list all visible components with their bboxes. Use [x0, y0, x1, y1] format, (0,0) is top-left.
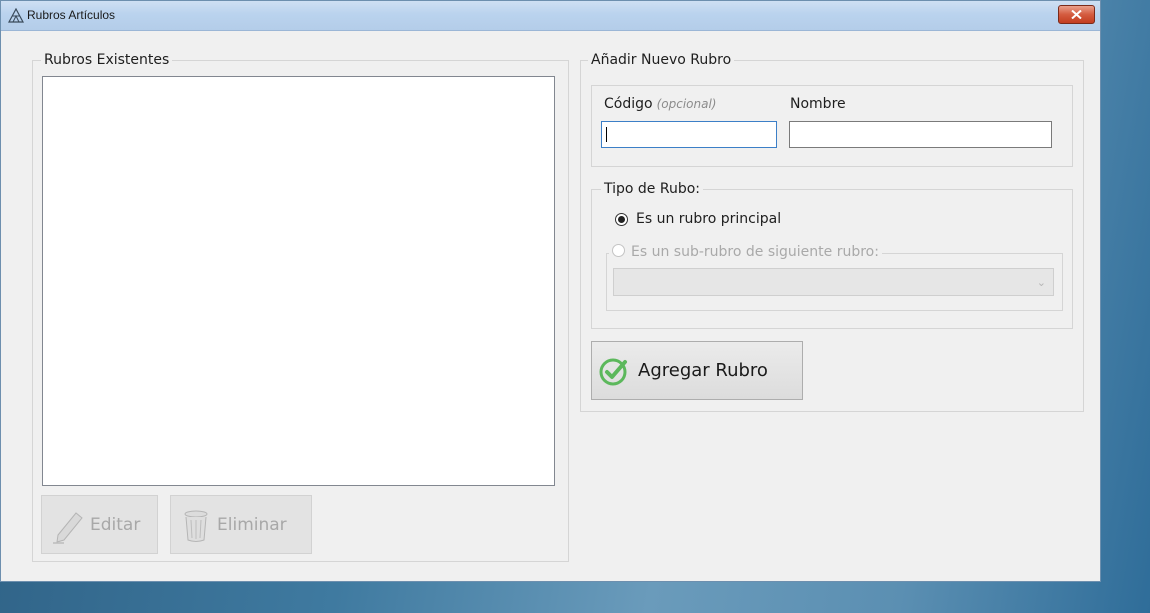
code-hint: (opcional): [656, 97, 717, 111]
code-label-text: Código: [604, 96, 653, 112]
text-caret: [606, 127, 607, 142]
window-title: Rubros Artículos: [27, 8, 116, 22]
type-group-legend: Tipo de Rubo:: [601, 181, 704, 197]
add-rubro-button-label: Agregar Rubro: [638, 360, 768, 381]
radio-main-label[interactable]: Es un rubro principal: [636, 211, 781, 227]
name-input[interactable]: [789, 121, 1052, 148]
rubros-list[interactable]: [42, 76, 555, 486]
rubros-window: Rubros Artículos Rubros Existentes Edita…: [0, 0, 1101, 582]
sub-rubro-legend-wrap: Es un sub-rubro de siguiente rubro:: [609, 244, 882, 260]
name-label: Nombre: [790, 96, 846, 112]
edit-button-label: Editar: [90, 514, 141, 535]
delete-button-label: Eliminar: [217, 514, 287, 535]
title-bar[interactable]: Rubros Artículos: [1, 1, 1100, 31]
delete-button[interactable]: Eliminar: [170, 495, 312, 554]
existing-group-legend: Rubros Existentes: [41, 52, 173, 68]
trash-icon: [184, 510, 208, 542]
close-button[interactable]: [1058, 5, 1095, 24]
radio-main[interactable]: [615, 213, 628, 226]
code-input[interactable]: [601, 121, 777, 148]
radio-sub[interactable]: [612, 244, 625, 257]
add-rubro-button[interactable]: Agregar Rubro: [591, 341, 803, 400]
close-icon: [1071, 10, 1082, 19]
chevron-down-icon: ⌄: [1036, 276, 1046, 289]
radio-sub-label[interactable]: Es un sub-rubro de siguiente rubro:: [631, 244, 879, 260]
check-circle-icon: [599, 358, 627, 385]
parent-rubro-select[interactable]: ⌄: [613, 268, 1054, 296]
add-new-group-legend: Añadir Nuevo Rubro: [588, 52, 735, 68]
radio-main-dot: [618, 216, 625, 223]
pencil-icon: [53, 511, 83, 544]
edit-button[interactable]: Editar: [41, 495, 158, 554]
app-logo-icon: [8, 8, 24, 23]
code-label: Código (opcional): [604, 96, 716, 112]
